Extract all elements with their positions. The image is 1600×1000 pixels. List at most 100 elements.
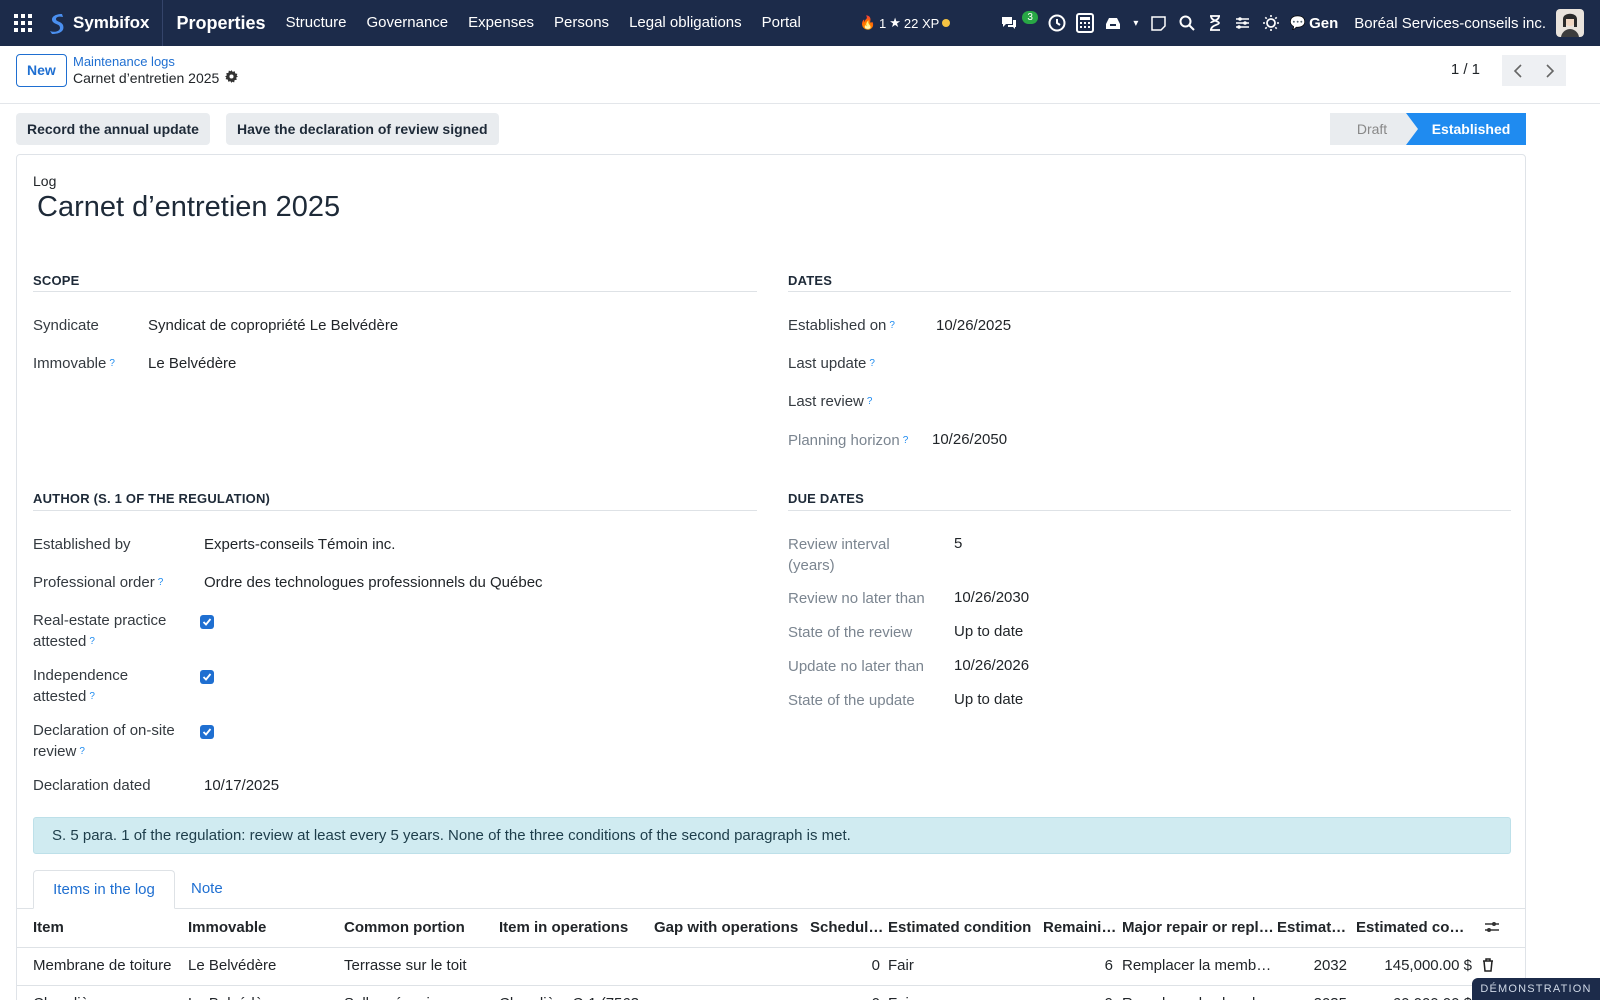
tab-note[interactable]: Note [191,870,223,909]
inbox-icon[interactable] [1104,14,1122,32]
cell-remaining[interactable]: 6 [1043,947,1113,985]
onsite-review-checkbox[interactable] [200,725,214,739]
column-header-item-in-operations[interactable]: Item in operations [499,909,649,947]
practice-attested-checkbox[interactable] [200,615,214,629]
calculator-icon[interactable] [1075,13,1094,33]
column-header-remaining[interactable]: Remaini… [1043,909,1117,947]
help-icon[interactable]: ? [869,358,875,369]
column-header-common-portion[interactable]: Common portion [344,909,494,947]
cell-estimated-year[interactable]: 2032 [1277,947,1347,985]
independence-attested-checkbox[interactable] [200,670,214,684]
cell-scheduled[interactable]: 0 [810,947,880,985]
apps-menu-icon[interactable] [0,0,46,46]
gamification-indicator[interactable]: 🔥 1 ★ 22 XP [860,15,951,31]
hourglass-icon[interactable] [1206,14,1224,32]
user-avatar[interactable] [1556,9,1584,37]
help-icon[interactable]: ? [903,435,909,446]
pager-value[interactable]: 1 / 1 [1451,61,1480,78]
cell-estimated-condition[interactable]: Fair [888,985,1038,1000]
menu-legal-obligations[interactable]: Legal obligations [619,0,752,46]
breadcrumb-current: Carnet d’entretien 2025 [73,70,239,86]
column-header-estimated-cost[interactable]: Estimated co… [1356,909,1476,947]
practice-attested-label-line2: attested [33,633,87,650]
immovable-field[interactable]: Le Belvédère [148,355,236,372]
cell-common-portion[interactable]: Salle mécanique [344,985,494,1000]
cell-estimated-cost[interactable]: 145,000.00 $ [1356,947,1472,985]
help-icon[interactable]: ? [89,691,95,702]
cell-item-in-operations[interactable] [499,947,649,985]
pager-next-button[interactable] [1534,55,1566,86]
cell-immovable[interactable]: Le Belvédère [188,985,338,1000]
menu-persons[interactable]: Persons [544,0,619,46]
cell-item-in-operations[interactable]: Chaudière C-1 (7563 [499,985,649,1000]
menu-governance[interactable]: Governance [356,0,458,46]
breadcrumb-parent[interactable]: Maintenance logs [73,54,175,69]
activity-clock-icon[interactable] [1048,14,1066,32]
chat-button[interactable]: 💬 Gen [1290,15,1338,32]
brand[interactable]: Symbifox [46,0,163,46]
optional-columns-toggle[interactable] [1484,920,1500,938]
syndicate-field[interactable]: Syndicat de copropriété Le Belvédère [148,317,398,334]
last-update-label-text: Last update [788,355,867,372]
help-icon[interactable]: ? [89,636,95,647]
help-icon[interactable]: ? [79,746,85,757]
menu-expenses[interactable]: Expenses [458,0,544,46]
column-header-estimated-year[interactable]: Estimat… [1277,909,1351,947]
messages-icon[interactable] [1000,14,1018,32]
menu-portal[interactable]: Portal [752,0,811,46]
cell-scheduled[interactable]: 0 [810,985,880,1000]
checkmark-icon [202,673,212,681]
sliders-icon[interactable] [1234,14,1252,32]
current-app-name[interactable]: Properties [177,13,266,34]
log-name-field[interactable]: Carnet d’entretien 2025 [37,191,340,224]
established-on-field[interactable]: 10/26/2025 [936,317,1011,334]
trash-icon [1483,958,1493,972]
main-menu: Structure Governance Expenses Persons Le… [276,0,811,46]
stage-established[interactable]: Established [1406,113,1526,145]
note-icon[interactable] [1150,14,1168,32]
column-header-major-repair[interactable]: Major repair or repl… [1122,909,1274,947]
cell-item[interactable]: Membrane de toiture [33,947,183,985]
menu-structure[interactable]: Structure [276,0,357,46]
cell-remaining[interactable]: 9 [1043,985,1113,1000]
theme-sun-icon[interactable] [1262,14,1280,32]
sign-declaration-button[interactable]: Have the declaration of review signed [226,113,499,145]
pager-previous-button[interactable] [1502,55,1534,86]
new-button[interactable]: New [16,54,67,87]
gear-icon[interactable] [225,70,239,86]
professional-order-field[interactable]: Ordre des technologues professionnels du… [204,574,543,591]
cell-estimated-year[interactable]: 2035 [1277,985,1347,1000]
established-by-field[interactable]: Experts-conseils Témoin inc. [204,536,395,553]
cell-immovable[interactable]: Le Belvédère [188,947,338,985]
cell-estimated-cost[interactable]: 60,000.00 $ [1356,985,1472,1000]
help-icon[interactable]: ? [889,320,895,331]
stage-draft[interactable]: Draft [1330,113,1406,145]
column-header-scheduled[interactable]: Schedul… [810,909,884,947]
cell-gap-with-operations[interactable] [654,947,804,985]
declaration-dated-field[interactable]: 10/17/2025 [204,777,279,794]
column-header-immovable[interactable]: Immovable [188,909,338,947]
cell-estimated-condition[interactable]: Fair [888,947,1038,985]
search-icon[interactable] [1178,14,1196,32]
chat-icon: 💬 [1289,15,1307,30]
tab-items-in-log[interactable]: Items in the log [33,870,175,909]
delete-row-button[interactable] [1482,958,1494,976]
state-review-field: Up to date [954,623,1024,640]
caret-down-icon[interactable]: ▾ [1132,14,1140,32]
column-header-estimated-condition[interactable]: Estimated condition [888,909,1038,947]
cell-major-repair[interactable]: Remplacer la memb… [1122,947,1272,985]
column-header-item[interactable]: Item [33,909,183,947]
company-switcher[interactable]: Boréal Services-conseils inc. [1354,15,1546,32]
established-on-label: Established on? [788,315,895,336]
record-annual-update-button[interactable]: Record the annual update [16,113,210,145]
review-no-later-field: 10/26/2030 [954,589,1030,606]
column-header-gap-with-operations[interactable]: Gap with operations [654,909,806,947]
help-icon[interactable]: ? [867,396,873,407]
cell-item[interactable]: Chaudière [33,985,183,1000]
help-icon[interactable]: ? [109,358,115,369]
help-icon[interactable]: ? [158,577,164,588]
review-interval-field[interactable]: 5 [954,535,962,552]
cell-major-repair[interactable]: Remplacer la chaudi… [1122,985,1272,1000]
cell-common-portion[interactable]: Terrasse sur le toit [344,947,494,985]
regulation-info-alert: S. 5 para. 1 of the regulation: review a… [33,817,1511,854]
